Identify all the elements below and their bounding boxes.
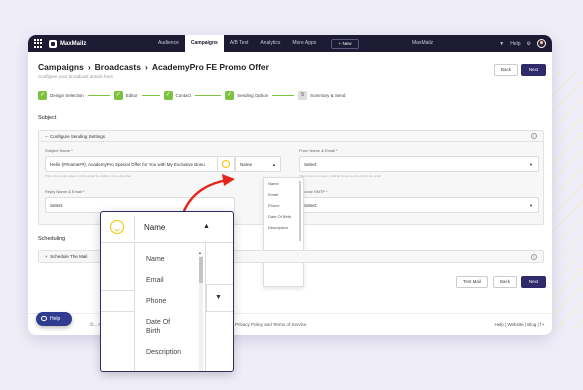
check-icon: ✓ xyxy=(225,91,235,100)
check-icon: ✓ xyxy=(38,91,47,100)
caret-up-icon: ▲ xyxy=(203,223,210,230)
smtp-select[interactable]: Select ▼ xyxy=(299,197,539,213)
step-connector xyxy=(272,94,295,97)
divider xyxy=(134,216,135,240)
sending-settings-header[interactable]: − Configure Sending Settings i xyxy=(39,131,543,142)
bottom-back-button[interactable]: Back xyxy=(493,276,517,288)
from-select[interactable]: Select ▼ xyxy=(299,156,539,172)
subject-label: Subject Name * xyxy=(45,148,73,153)
step-contact[interactable]: ✓ Contact xyxy=(163,91,191,100)
scrollbar[interactable] xyxy=(299,181,301,241)
mini-option-description[interactable]: Description xyxy=(264,222,303,233)
main-nav: Audience Campaigns A/B Test Analytics Mo… xyxy=(152,35,322,52)
option-phone[interactable]: Phone xyxy=(146,297,166,306)
apps-grid-icon[interactable] xyxy=(34,39,43,48)
callout-arrow-icon xyxy=(182,174,235,213)
step-summary-send[interactable]: 5 Summary & Send xyxy=(298,91,345,100)
bottom-next-button[interactable]: Next xyxy=(521,276,546,288)
step-sending-option[interactable]: ✓ Sending Option xyxy=(225,91,268,100)
breadcrumb: Campaigns › Broadcasts › AcademyPro FE Promo… xyxy=(38,62,269,72)
zoomed-dropdown-callout: Name ▲ Name Email Phone Date Of Birth De… xyxy=(100,211,234,372)
scheduling-section-title: Scheduling xyxy=(38,236,66,242)
scroll-down-icon[interactable]: ▼ xyxy=(198,370,202,371)
breadcrumb-broadcasts[interactable]: Broadcasts xyxy=(95,62,141,72)
check-icon: ✓ xyxy=(163,91,173,100)
zoom-left-field xyxy=(101,290,134,312)
breadcrumb-separator: › xyxy=(87,62,91,72)
nav-audience[interactable]: Audience xyxy=(152,35,185,52)
account-name[interactable]: MaxMailz xyxy=(412,35,433,52)
step-connector xyxy=(141,94,160,97)
gear-icon[interactable]: ⚙ xyxy=(527,41,531,47)
from-label: From Name & Email * xyxy=(299,148,338,153)
policy-link[interactable]: Privacy Policy and Terms of Service xyxy=(235,322,306,327)
top-navbar: MaxMailz Audience Campaigns A/B Test Ana… xyxy=(28,35,552,52)
emoji-button[interactable] xyxy=(217,156,235,172)
zoom-selected-value: Name xyxy=(144,223,166,232)
logo-icon xyxy=(49,39,57,48)
chat-bubble-icon xyxy=(41,316,47,321)
smiley-icon xyxy=(222,160,230,168)
step-connector xyxy=(195,94,222,97)
help-chat-button[interactable]: Help xyxy=(36,312,72,326)
personalization-select[interactable]: Name ▲ xyxy=(235,156,281,172)
option-date-of-birth[interactable]: Date Of Birth xyxy=(146,318,186,336)
caret-up-icon: ▲ xyxy=(272,161,276,167)
step-design-selection[interactable]: ✓ Design Selection xyxy=(38,91,84,100)
step-number: 5 xyxy=(298,91,308,100)
breadcrumb-separator: › xyxy=(144,62,148,72)
step-editor[interactable]: ✓ Editor xyxy=(113,91,138,100)
scroll-up-icon[interactable]: ▲ xyxy=(198,250,202,255)
nav-analytics[interactable]: Analytics xyxy=(254,35,286,52)
step-connector xyxy=(87,94,110,97)
zoom-option-list: Name Email Phone Date Of Birth Descripti… xyxy=(134,243,206,371)
scrollbar-thumb[interactable] xyxy=(199,257,203,283)
page-title: AcademyPro FE Promo Offer xyxy=(151,62,269,72)
footer-links[interactable]: Help | Website | Blog | f • xyxy=(494,322,544,327)
page-header: Campaigns › Broadcasts › AcademyPro FE Promo… xyxy=(38,62,269,79)
new-button[interactable]: + New xyxy=(331,39,359,49)
logo[interactable]: MaxMailz xyxy=(49,39,86,48)
chevron-down-icon: ▼ xyxy=(215,294,222,301)
next-button[interactable]: Next xyxy=(521,64,546,76)
mini-option-phone[interactable]: Phone xyxy=(264,200,303,211)
nav-ab-test[interactable]: A/B Test xyxy=(224,35,255,52)
option-description[interactable]: Description xyxy=(146,348,181,357)
test-mail-button[interactable]: Test Mail xyxy=(456,276,488,288)
option-email[interactable]: Email xyxy=(146,276,164,285)
reply-label: Reply Name & Email * xyxy=(45,189,85,194)
breadcrumb-campaigns[interactable]: Campaigns xyxy=(38,62,84,72)
avatar[interactable] xyxy=(537,39,546,48)
chevron-down-icon: ▼ xyxy=(529,161,533,167)
smiley-icon xyxy=(110,220,124,234)
progress-steps: ✓ Design Selection ✓ Editor ✓ Contact ✓ Send… xyxy=(38,91,345,100)
mini-option-dob[interactable]: Date Of Birth xyxy=(264,211,303,222)
subject-input[interactable]: Hello {##name##}, AcademyPro Special Off… xyxy=(45,156,233,172)
check-icon: ✓ xyxy=(113,91,123,100)
zoom-right-field: ▼ xyxy=(206,284,233,312)
top-right-controls: ▼ Help ⚙ xyxy=(499,35,546,52)
zoom-select-header[interactable]: Name ▲ xyxy=(101,212,233,243)
back-button[interactable]: Back xyxy=(494,64,518,76)
page-subtitle: Configure your broadcast details here xyxy=(38,74,114,79)
option-name[interactable]: Name xyxy=(146,255,165,264)
nav-campaigns[interactable]: Campaigns xyxy=(184,35,224,52)
plus-icon: + xyxy=(45,254,48,259)
zoom-scrollbar[interactable]: ▲ ▼ xyxy=(198,250,204,371)
info-icon[interactable]: i xyxy=(531,254,537,260)
personalization-dropdown-small: Name Email Phone Date Of Birth Descripti… xyxy=(263,177,304,287)
mini-option-email[interactable]: Email xyxy=(264,189,303,200)
chevron-down-icon[interactable]: ▼ xyxy=(499,41,504,47)
info-icon[interactable]: i xyxy=(531,133,537,139)
subject-section-title: Subject xyxy=(38,115,57,121)
plus-icon: + xyxy=(338,41,342,46)
subject-hint: This is the email subject, which would b… xyxy=(45,174,132,178)
nav-more-apps[interactable]: More Apps xyxy=(286,35,322,52)
mini-option-name[interactable]: Name xyxy=(264,178,303,189)
chevron-down-icon: ▼ xyxy=(529,202,533,208)
help-link[interactable]: Help xyxy=(510,41,520,47)
minus-icon: − xyxy=(45,134,48,139)
from-hint: This is the from name, it will be shown … xyxy=(299,174,381,178)
